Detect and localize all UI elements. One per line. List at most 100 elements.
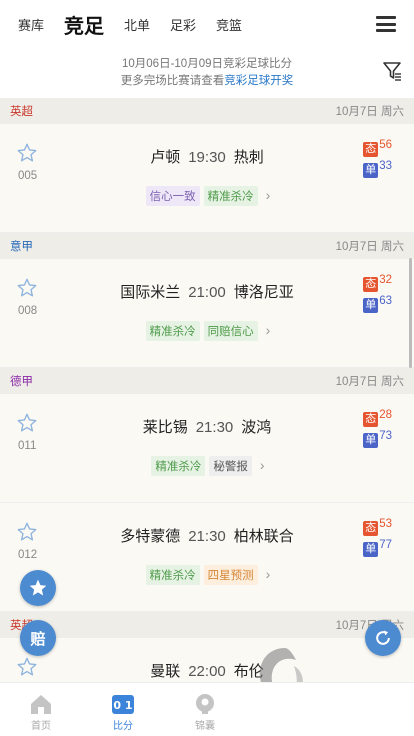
tai-value: 53 (379, 517, 392, 530)
match-teams: 卢顿 19:30 热刺 (0, 146, 414, 167)
match-badges: 态 28 单 73 (363, 408, 392, 454)
match-date: 10月7日 周六 (335, 106, 404, 118)
favorites-float-button[interactable] (20, 570, 56, 606)
kickoff-time: 22:00 (188, 663, 226, 680)
away-team: 柏林联合 (233, 528, 294, 545)
match-tag: 精准杀冷 (145, 321, 200, 341)
kickoff-time: 21:30 (195, 419, 234, 436)
tai-badge: 态 (363, 142, 379, 157)
tab-jingzu[interactable]: 竞足 (64, 10, 104, 39)
tab-beidan[interactable]: 北单 (124, 15, 150, 34)
score-icon: 0 1 (112, 695, 134, 714)
home-icon (31, 695, 51, 714)
match-row[interactable]: 012 多特蒙德 21:30 柏林联合精准杀冷 四星预测 › 态 53 单 77 (0, 503, 414, 612)
league-name: 英超 (10, 106, 33, 118)
tai-badge: 态 (363, 521, 379, 536)
match-tag: 精准杀冷 (145, 565, 200, 585)
match-teams: 曼联 22:00 布伦 (0, 660, 414, 681)
dan-value: 73 (379, 429, 392, 442)
home-team: 曼联 (150, 663, 181, 680)
away-team: 博洛尼亚 (233, 284, 294, 301)
chevron-right-icon[interactable]: › (266, 322, 271, 338)
match-number: 008 (18, 305, 38, 317)
tai-badge: 态 (363, 412, 379, 427)
match-tags: 精准杀冷 秘警报 › (0, 456, 414, 476)
home-team: 卢顿 (150, 149, 181, 166)
match-teams: 国际米兰 21:00 博洛尼亚 (0, 281, 414, 302)
dan-badge: 单 (363, 298, 379, 313)
match-number: 011 (18, 440, 37, 452)
match-badges: 态 56 单 33 (363, 138, 392, 184)
dan-value: 33 (379, 159, 392, 172)
match-row[interactable]: 008 国际米兰 21:00 博洛尼亚精准杀冷 同赔信心 › 态 32 单 63 (0, 259, 414, 368)
dan-value: 77 (379, 538, 392, 551)
notice-line-1: 10月06日-10月09日竞彩足球比分 (122, 58, 292, 70)
kickoff-time: 21:00 (188, 284, 226, 301)
svg-text:0 1: 0 1 (113, 699, 132, 712)
match-badges: 态 53 单 77 (363, 517, 392, 563)
match-tag: 秘警报 (209, 456, 252, 476)
chevron-right-icon[interactable]: › (260, 457, 265, 473)
league-header: 英超10月7日 周六 (0, 612, 414, 638)
menu-icon[interactable] (376, 16, 396, 32)
kickoff-time: 19:30 (188, 149, 226, 166)
chevron-right-icon[interactable]: › (266, 566, 271, 582)
home-team: 多特蒙德 (120, 528, 181, 545)
odds-float-button[interactable]: 赔 (20, 620, 56, 656)
home-team: 莱比锡 (142, 419, 188, 436)
match-tags: 精准杀冷 同赔信心 › (0, 321, 414, 341)
match-teams: 莱比锡 21:30 波鸿 (0, 416, 414, 437)
dan-badge: 单 (363, 542, 379, 557)
nav-score[interactable]: 0 1 比分 (82, 683, 164, 736)
date-range-notice: 10月06日-10月09日竞彩足球比分 更多完场比赛请查看竞彩足球开奖 (0, 48, 414, 98)
match-tag: 同赔信心 (203, 321, 258, 341)
chevron-right-icon[interactable]: › (266, 187, 271, 203)
match-number: 012 (18, 549, 38, 561)
notice-line-2: 更多完场比赛请查看竞彩足球开奖 (120, 75, 294, 87)
tai-value: 28 (379, 408, 392, 421)
match-tag: 四星预测 (203, 565, 258, 585)
league-header: 英超 10月7日 周六 (0, 98, 414, 124)
league-name: 意甲 (10, 241, 33, 253)
tips-icon (196, 694, 214, 714)
match-tags: 信心一致 精准杀冷 › (0, 186, 414, 206)
top-tab-bar: 赛库 竞足 北单 足彩 竞篮 (0, 0, 414, 48)
dan-badge: 单 (363, 163, 379, 178)
match-teams: 多特蒙德 21:30 柏林联合 (0, 525, 414, 546)
bottom-nav: 首页 0 1 比分 锦囊 (0, 682, 414, 736)
match-badges: 态 32 单 63 (363, 273, 392, 319)
star-icon (29, 579, 47, 596)
tai-value: 56 (379, 138, 392, 151)
refresh-icon (376, 630, 390, 645)
match-tag: 精准杀冷 (203, 186, 258, 206)
dan-value: 63 (379, 294, 392, 307)
match-row[interactable]: 011 莱比锡 21:30 波鸿精准杀冷 秘警报 › 态 28 单 73 (0, 394, 414, 503)
away-team: 波鸿 (241, 419, 272, 436)
league-header: 意甲 10月7日 周六 (0, 233, 414, 259)
away-team: 热刺 (233, 149, 264, 166)
match-row[interactable]: 005 卢顿 19:30 热刺信心一致 精准杀冷 › 态 56 单 33 (0, 124, 414, 233)
match-number: 005 (18, 170, 38, 182)
tab-jinglan[interactable]: 竞篮 (216, 15, 242, 34)
home-team: 国际米兰 (120, 284, 181, 301)
tab-zucai[interactable]: 足彩 (170, 15, 196, 34)
kickoff-time: 21:30 (188, 528, 226, 545)
lottery-results-link[interactable]: 竞彩足球开奖 (224, 75, 293, 87)
nav-home[interactable]: 首页 (0, 683, 82, 736)
dan-badge: 单 (363, 433, 379, 448)
match-tag: 精准杀冷 (151, 456, 206, 476)
nav-tips[interactable]: 锦囊 (164, 683, 246, 736)
scrollbar[interactable] (409, 258, 412, 368)
match-list: 英超 10月7日 周六 005 卢顿 19:30 热刺 信心一致 精准杀冷 › 态 56 单 33 意甲 1… (0, 98, 414, 736)
match-date: 10月7日 周六 (335, 241, 404, 253)
filter-icon[interactable] (382, 60, 402, 82)
match-tag: 信心一致 (145, 186, 200, 206)
tai-value: 32 (379, 273, 392, 286)
tab-saiku[interactable]: 赛库 (18, 15, 44, 34)
league-name: 德甲 (10, 376, 33, 388)
league-header: 德甲 10月7日 周六 (0, 368, 414, 394)
match-date: 10月7日 周六 (335, 376, 404, 388)
match-tags: 精准杀冷 四星预测 › (0, 565, 414, 585)
tai-badge: 态 (363, 277, 379, 292)
refresh-float-button[interactable] (365, 620, 401, 656)
